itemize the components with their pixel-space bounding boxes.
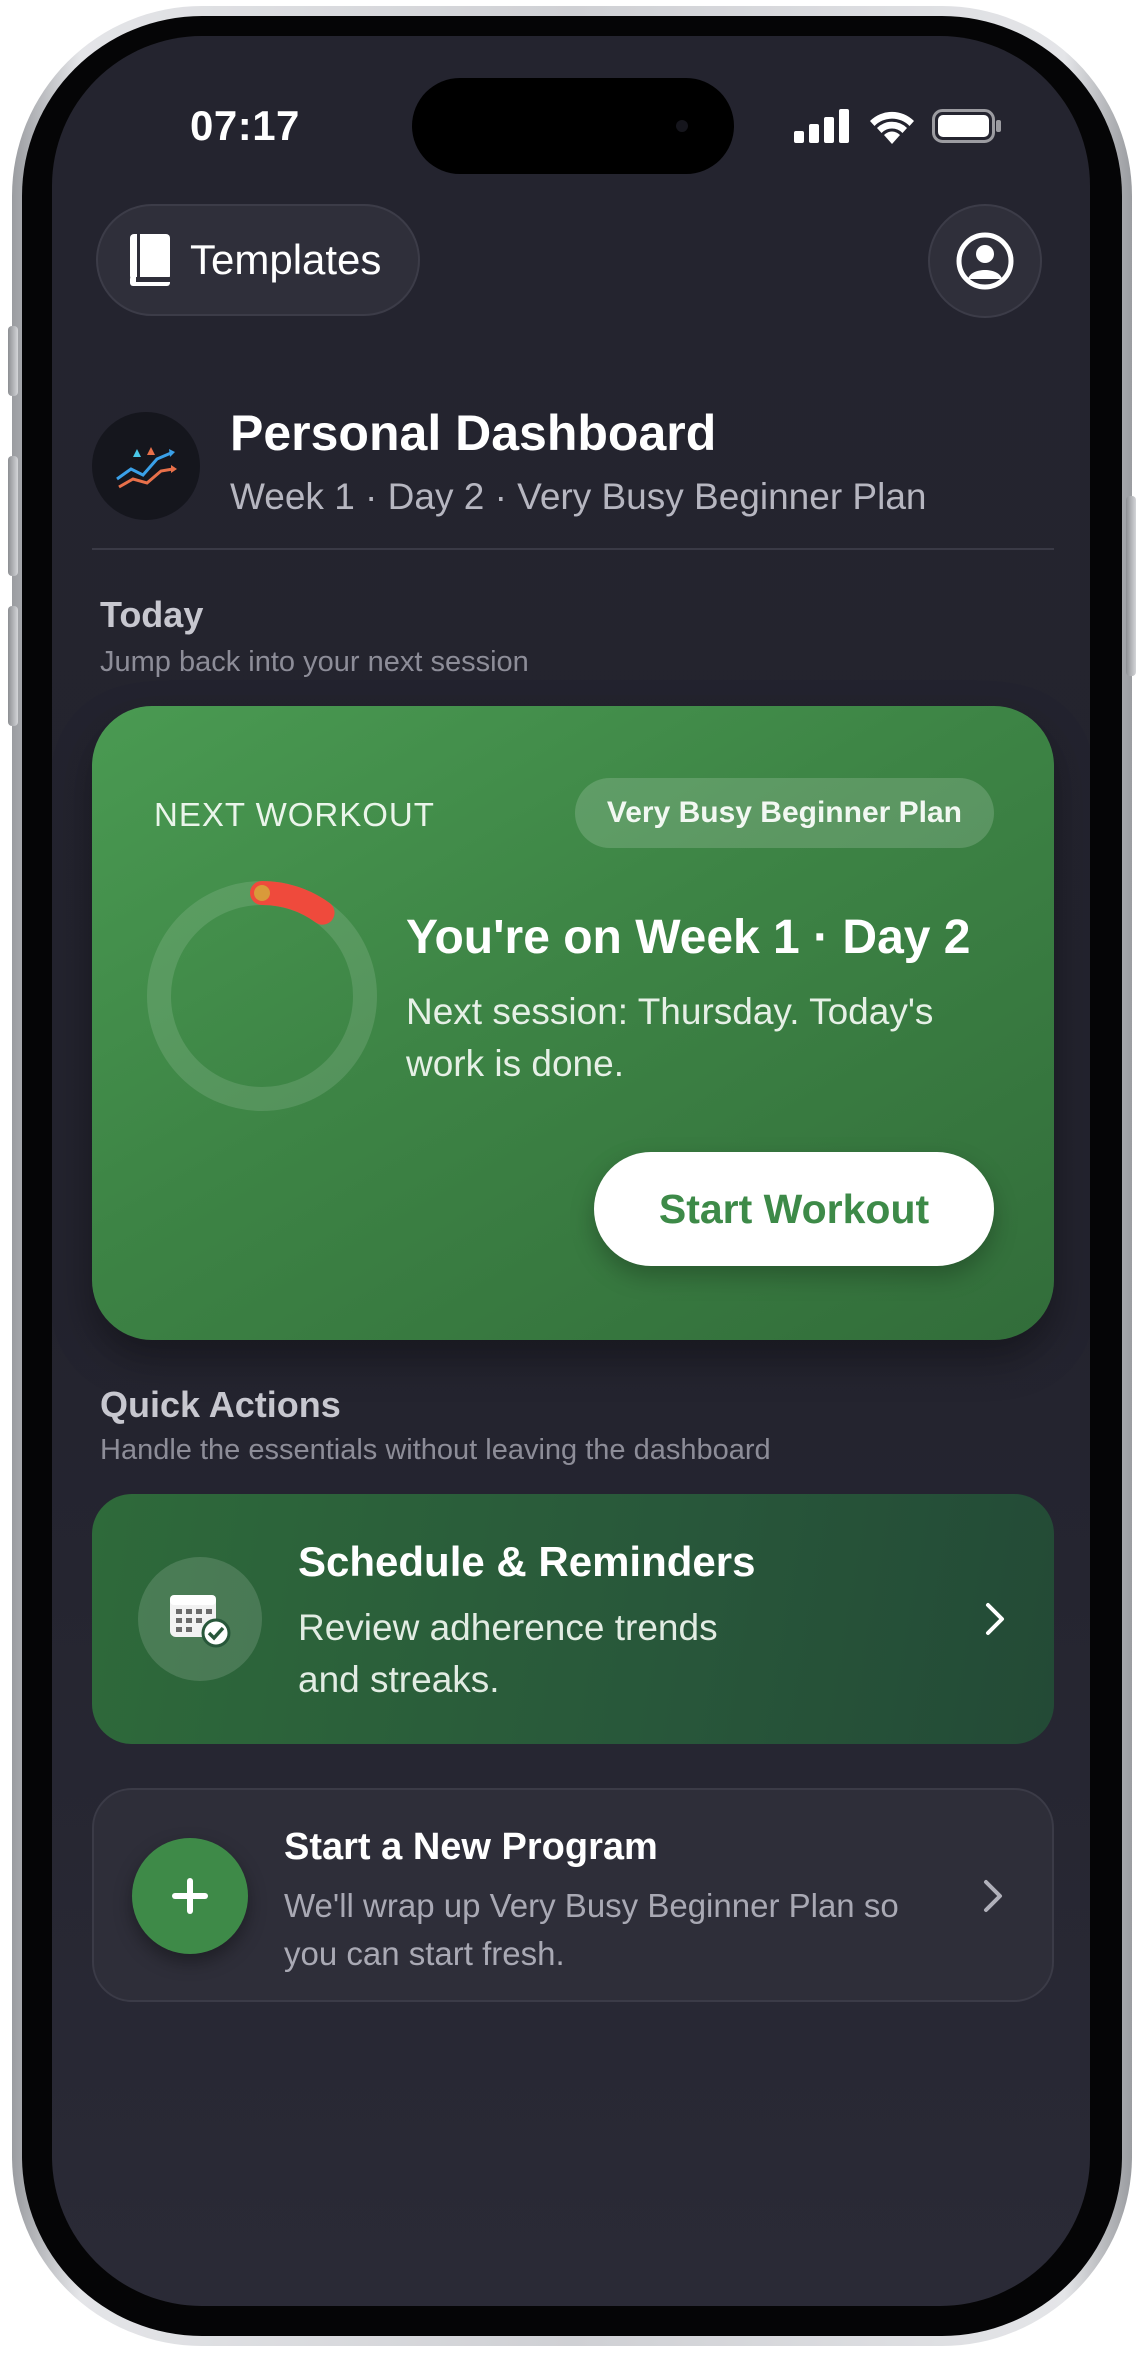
add-program-button[interactable] bbox=[132, 1838, 248, 1954]
quick-actions-subtitle: Handle the essentials without leaving th… bbox=[100, 1434, 771, 1466]
calendar-check-icon bbox=[170, 1595, 231, 1648]
chevron-right-icon bbox=[984, 1880, 1002, 1912]
schedule-icon-wrap bbox=[138, 1557, 262, 1681]
wifi-icon bbox=[870, 111, 914, 144]
dynamic-island bbox=[412, 78, 734, 174]
templates-label: Templates bbox=[190, 236, 382, 283]
plan-badge: Very Busy Beginner Plan bbox=[574, 778, 994, 848]
screen: 07:17 Templates Personal Dashboard Week … bbox=[52, 36, 1090, 2306]
camera-icon bbox=[676, 120, 688, 132]
battery-icon bbox=[932, 109, 1001, 143]
today-section-subtitle: Jump back into your next session bbox=[100, 646, 529, 678]
book-icon bbox=[130, 234, 170, 286]
new-program-card[interactable]: Start a New Program We'll wrap up Very B… bbox=[92, 1788, 1054, 2002]
volume-up-button bbox=[8, 456, 18, 576]
progress-ring bbox=[147, 881, 377, 1111]
next-workout-label: NEXT WORKOUT bbox=[154, 796, 435, 833]
schedule-description: Review adherence trends and streaks. bbox=[298, 1607, 718, 1700]
schedule-title: Schedule & Reminders bbox=[298, 1538, 756, 1585]
action-button bbox=[8, 326, 18, 396]
chart-arrows-logo bbox=[116, 447, 177, 489]
next-workout-card[interactable]: NEXT WORKOUT Very Busy Beginner Plan You… bbox=[92, 706, 1054, 1340]
app-logo bbox=[92, 412, 200, 520]
volume-down-button bbox=[8, 606, 18, 726]
status-time: 07:17 bbox=[190, 102, 300, 149]
power-button bbox=[1126, 496, 1136, 676]
workout-headline: You're on Week 1 · Day 2 bbox=[406, 911, 971, 964]
cellular-signal-icon bbox=[794, 109, 849, 143]
schedule-reminders-card[interactable]: Schedule & Reminders Review adherence tr… bbox=[92, 1494, 1054, 1744]
status-icons bbox=[794, 108, 1002, 144]
quick-actions-title: Quick Actions bbox=[100, 1384, 341, 1425]
person-circle-icon bbox=[956, 232, 1014, 290]
workout-body: Next session: Thursday. Today's work is … bbox=[406, 991, 934, 1084]
page-title: Personal Dashboard bbox=[230, 405, 717, 461]
today-section-title: Today bbox=[100, 594, 204, 635]
plus-icon bbox=[172, 1878, 208, 1914]
templates-button[interactable]: Templates bbox=[96, 204, 420, 316]
new-program-title: Start a New Program bbox=[284, 1826, 658, 1868]
start-workout-button[interactable]: Start Workout bbox=[594, 1152, 994, 1266]
progress-ring-start bbox=[254, 885, 270, 901]
chevron-right-icon bbox=[986, 1603, 1004, 1635]
divider bbox=[92, 548, 1054, 550]
progress-ring-fill bbox=[250, 881, 335, 925]
new-program-description: We'll wrap up Very Busy Beginner Plan so… bbox=[284, 1887, 899, 1972]
page-subtitle: Week 1 · Day 2 · Very Busy Beginner Plan bbox=[230, 476, 927, 517]
profile-button[interactable] bbox=[928, 204, 1042, 318]
